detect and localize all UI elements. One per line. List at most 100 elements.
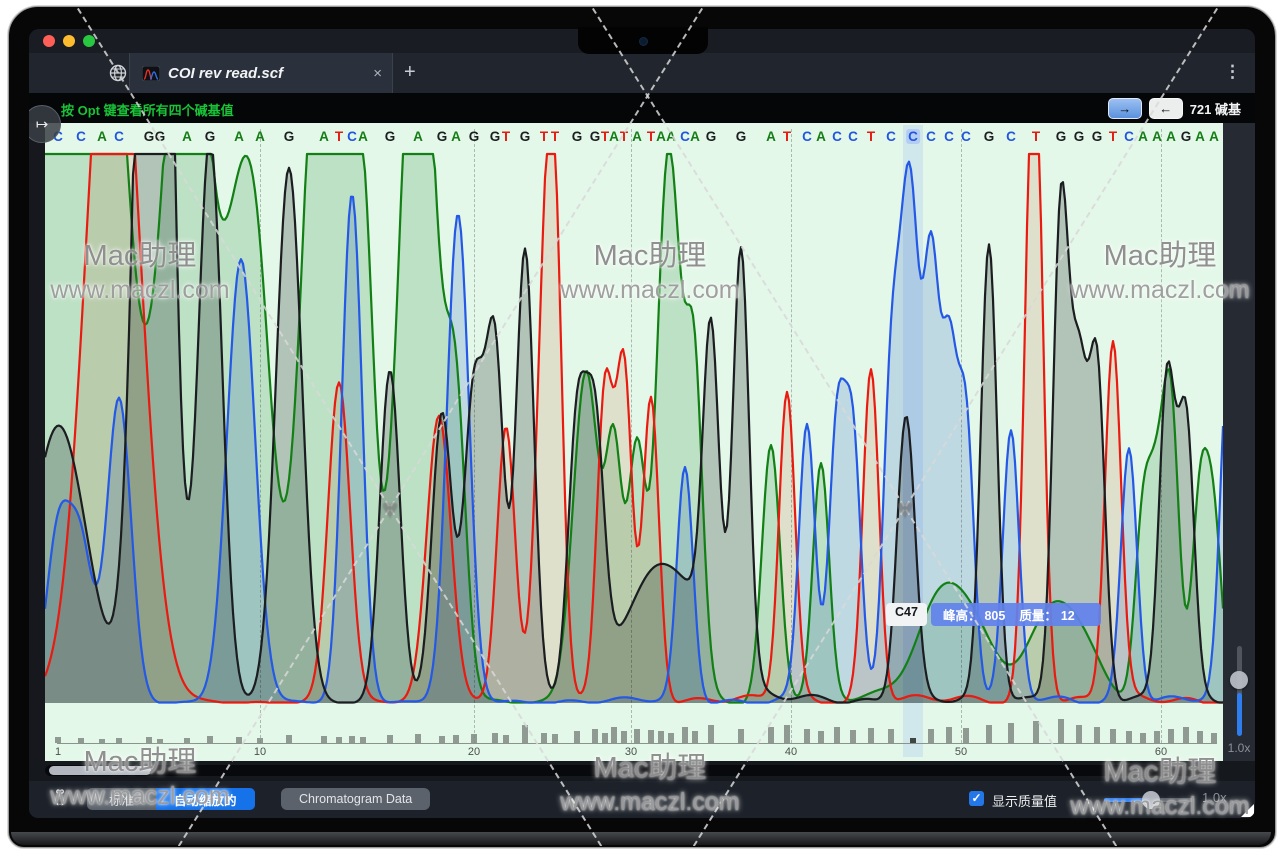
base-letter-G11[interactable]: G	[284, 129, 295, 144]
base-letter-G20[interactable]: G	[469, 129, 480, 144]
h-scrollbar-thumb[interactable]	[49, 766, 151, 775]
quality-bar-2	[78, 738, 84, 743]
base-letter-A63[interactable]: A	[1195, 129, 1205, 144]
base-letter-C50[interactable]: C	[961, 129, 971, 144]
arrow-left-icon: ←	[1159, 101, 1172, 116]
base-letter-T30[interactable]: T	[620, 129, 628, 144]
base-letter-A60[interactable]: A	[1152, 129, 1162, 144]
base-letter-T57[interactable]: T	[1109, 129, 1117, 144]
tooltip-peak-value: 805	[984, 609, 1005, 623]
base-letter-C48[interactable]: C	[926, 129, 936, 144]
mode-standard-button[interactable]: 标准	[87, 788, 156, 810]
base-letter-G18[interactable]: G	[437, 129, 448, 144]
base-letter-C41[interactable]: C	[802, 129, 812, 144]
tab-close-icon[interactable]: ×	[373, 65, 382, 82]
base-letter-G21[interactable]: G	[490, 129, 501, 144]
prev-base-button[interactable]: ←	[1149, 98, 1183, 119]
chromatogram-data-button[interactable]: Chromatogram Data	[281, 788, 430, 810]
base-letter-A36[interactable]: A	[690, 129, 700, 144]
base-letter-A64[interactable]: A	[1209, 129, 1219, 144]
base-letter-C58[interactable]: C	[1124, 129, 1134, 144]
base-letter-G26[interactable]: G	[572, 129, 583, 144]
show-quality-checkbox[interactable]: ✓	[969, 791, 984, 806]
window-resize-grip[interactable]	[1241, 804, 1254, 817]
base-letter-T53[interactable]: T	[1032, 129, 1040, 144]
base-letter-C46[interactable]: C	[886, 129, 896, 144]
quality-track: 1102030405060	[45, 711, 1223, 761]
zoom-window-button[interactable]	[83, 35, 95, 47]
base-letter-C35[interactable]: C	[680, 129, 690, 144]
h-zoom-thumb[interactable]	[1142, 791, 1160, 809]
ruler-line	[57, 743, 1217, 744]
quality-bar-59	[1140, 733, 1146, 743]
base-letter-T25[interactable]: T	[551, 129, 559, 144]
base-letter-A12[interactable]: A	[319, 129, 329, 144]
base-letter-A9[interactable]: A	[234, 129, 244, 144]
base-letter-A31[interactable]: A	[632, 129, 642, 144]
base-letter-G37[interactable]: G	[706, 129, 717, 144]
base-letter-A61[interactable]: A	[1166, 129, 1176, 144]
base-letter-G27[interactable]: G	[590, 129, 601, 144]
tab-coi-rev-read[interactable]: COI rev read.scf ×	[129, 53, 393, 93]
mode-autoscaled-button[interactable]: 自动缩放的	[156, 788, 255, 810]
base-letter-G6[interactable]: G	[155, 129, 166, 144]
base-letter-A59[interactable]: A	[1138, 129, 1148, 144]
quality-bar-64	[1211, 733, 1217, 743]
overflow-menu-icon[interactable]: ⋮	[1224, 62, 1241, 82]
h-scrollbar-track[interactable]	[45, 765, 1215, 776]
base-letter-A15[interactable]: A	[358, 129, 368, 144]
base-letter-A17[interactable]: A	[413, 129, 423, 144]
base-letter-C52[interactable]: C	[1006, 129, 1016, 144]
base-letter-T24[interactable]: T	[540, 129, 548, 144]
base-letter-C14[interactable]: C	[347, 129, 357, 144]
base-letter-G56[interactable]: G	[1092, 129, 1103, 144]
base-letter-A29[interactable]: A	[609, 129, 619, 144]
base-letter-T28[interactable]: T	[601, 129, 609, 144]
quality-bar-6	[157, 739, 163, 743]
base-letter-G8[interactable]: G	[205, 129, 216, 144]
base-letter-G16[interactable]: G	[385, 129, 396, 144]
sequence-row: CCACGGAGAAGATCAGAGAGGTGTTGGTATATAACAGGAT…	[45, 129, 1223, 149]
base-letter-T13[interactable]: T	[335, 129, 343, 144]
fit-width-button[interactable]: ∞ ↔	[47, 786, 73, 812]
base-letter-G51[interactable]: G	[984, 129, 995, 144]
tooltip-peak-label: 峰高：	[943, 609, 981, 623]
base-letter-A19[interactable]: A	[451, 129, 461, 144]
base-letter-G62[interactable]: G	[1181, 129, 1192, 144]
base-letter-G23[interactable]: G	[520, 129, 531, 144]
base-letter-C49[interactable]: C	[944, 129, 954, 144]
base-letter-A3[interactable]: A	[97, 129, 107, 144]
base-tooltip: C47 峰高：805质量：12	[886, 603, 1101, 626]
base-letter-A34[interactable]: A	[666, 129, 676, 144]
base-letter-G5[interactable]: G	[144, 129, 155, 144]
base-letter-A33[interactable]: A	[656, 129, 666, 144]
base-letter-G38[interactable]: G	[736, 129, 747, 144]
base-letter-C44[interactable]: C	[848, 129, 858, 144]
v-zoom-thumb[interactable]	[1230, 671, 1248, 689]
base-letter-T32[interactable]: T	[647, 129, 655, 144]
quality-bar-9	[236, 737, 242, 743]
base-letter-A39[interactable]: A	[766, 129, 776, 144]
base-letter-T45[interactable]: T	[867, 129, 875, 144]
base-letter-G55[interactable]: G	[1074, 129, 1085, 144]
laptop-bottom-edge	[11, 832, 1271, 845]
base-letter-T40[interactable]: T	[783, 129, 791, 144]
minimize-window-button[interactable]	[63, 35, 75, 47]
quality-bar-26	[574, 731, 580, 743]
base-letter-C2[interactable]: C	[76, 129, 86, 144]
h-zoom-track[interactable]	[1104, 798, 1194, 802]
close-window-button[interactable]	[43, 35, 55, 47]
globe-icon[interactable]	[109, 64, 127, 82]
tooltip-quality-value: 12	[1061, 609, 1075, 623]
base-letter-C47[interactable]: C	[906, 129, 920, 144]
base-letter-A10[interactable]: A	[255, 129, 265, 144]
trace-area[interactable]: CCACGGAGAAGATCAGAGAGGTGTTGGTATATAACAGGAT…	[45, 123, 1223, 761]
new-tab-button[interactable]: +	[404, 61, 416, 84]
base-letter-G54[interactable]: G	[1056, 129, 1067, 144]
next-base-button[interactable]: →	[1108, 98, 1142, 119]
base-letter-T22[interactable]: T	[502, 129, 510, 144]
base-letter-A42[interactable]: A	[816, 129, 826, 144]
base-letter-C4[interactable]: C	[114, 129, 124, 144]
base-letter-C43[interactable]: C	[832, 129, 842, 144]
base-letter-A7[interactable]: A	[182, 129, 192, 144]
